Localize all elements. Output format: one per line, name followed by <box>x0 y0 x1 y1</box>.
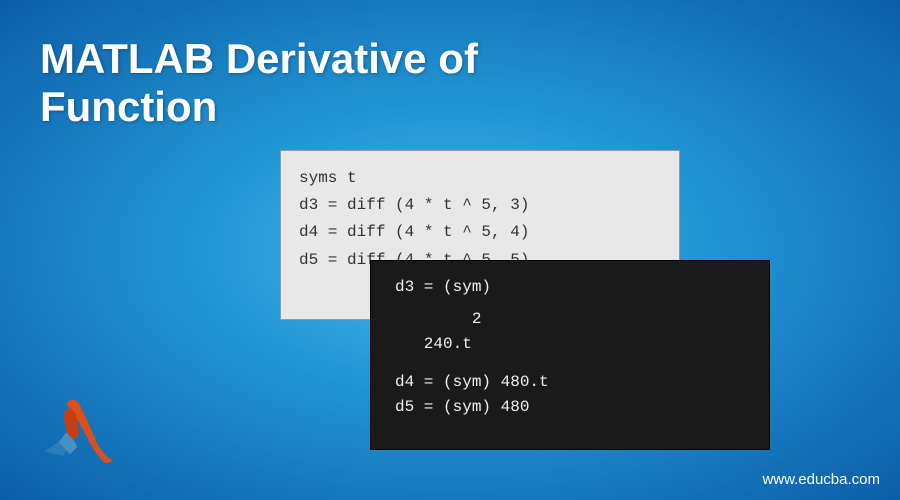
code-line: d4 = diff (4 * t ^ 5, 4) <box>299 219 661 246</box>
code-line: d3 = (sym) <box>395 275 745 301</box>
code-line: 2 <box>395 307 745 333</box>
code-line: d4 = (sym) 480.t <box>395 370 745 396</box>
website-url: www.educba.com <box>762 471 880 488</box>
code-line: d5 = (sym) 480 <box>395 395 745 421</box>
matlab-logo-icon <box>30 390 125 475</box>
title-line1: MATLAB Derivative ofFunction <box>40 35 478 130</box>
page-title: MATLAB Derivative ofFunction <box>40 35 478 132</box>
code-line: 240.t <box>395 332 745 358</box>
code-snippet-dark: d3 = (sym) 2 240.t d4 = (sym) 480.t d5 =… <box>370 260 770 450</box>
code-line: d3 = diff (4 * t ^ 5, 3) <box>299 192 661 219</box>
code-line: syms t <box>299 165 661 192</box>
